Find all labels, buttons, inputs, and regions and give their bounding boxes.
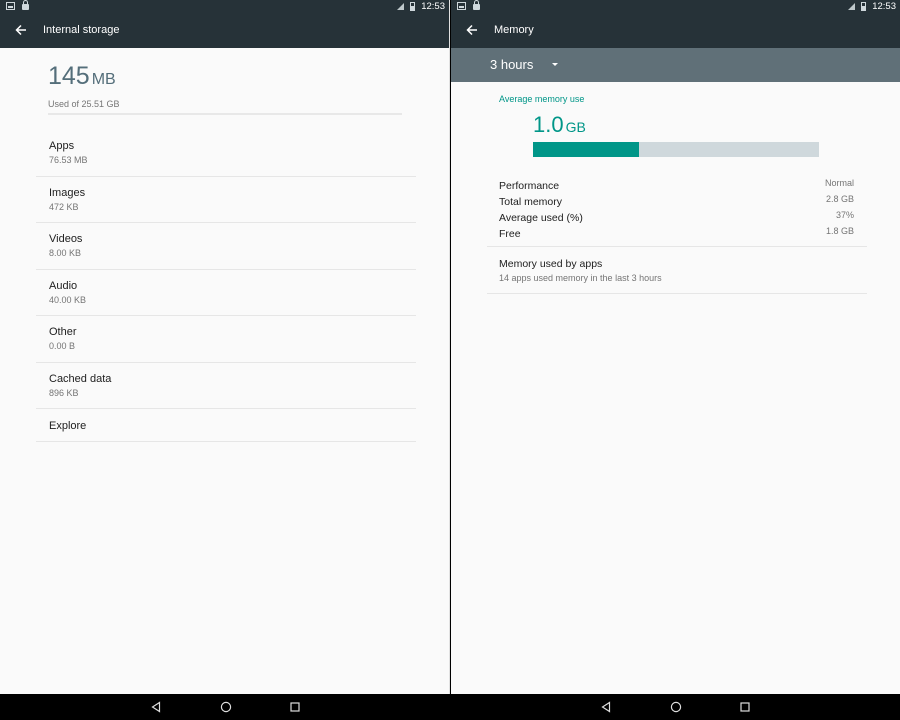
list-item-value: 8.00 KB — [49, 248, 82, 258]
page-title: Memory — [494, 24, 534, 36]
status-bar: 12:53 — [451, 0, 900, 13]
list-item-value: 0.00 B — [49, 341, 76, 351]
storage-total-caption: Used of 25.51 GB — [48, 99, 120, 109]
list-item-label: Other — [49, 326, 77, 338]
stat-label: Average used (%) — [499, 212, 583, 224]
page-title: Internal storage — [43, 24, 120, 36]
nav-home-icon[interactable] — [670, 701, 682, 713]
storage-item-videos[interactable]: Videos 8.00 KB — [36, 223, 416, 270]
lock-icon — [473, 0, 480, 10]
storage-category-list: Apps 76.53 MB Images 472 KB Videos 8.00 … — [36, 130, 416, 442]
signal-icon — [397, 3, 405, 10]
storage-used-unit: MB — [91, 71, 116, 88]
stat-row-free: Free 1.8 GB — [499, 224, 854, 240]
app-bar: Internal storage — [0, 13, 449, 48]
stat-value: Normal — [824, 178, 854, 188]
stat-value: 2.8 GB — [825, 194, 854, 204]
list-item-value: 76.53 MB — [49, 155, 88, 165]
list-item-label: Images — [49, 186, 86, 199]
lock-icon — [22, 0, 29, 10]
storage-item-images[interactable]: Images 472 KB — [36, 177, 416, 223]
list-item-value: 40.00 KB — [49, 294, 87, 305]
battery-icon — [861, 2, 867, 11]
list-item-subtitle: 14 apps used memory in the last 3 hours — [499, 273, 662, 283]
status-time: 12:53 — [872, 1, 896, 12]
dropdown-caret-icon — [552, 63, 558, 66]
average-memory-unit: GB — [565, 119, 586, 135]
list-item-label: Apps — [49, 140, 75, 152]
internal-storage-pane: 12:53 Internal storage 145 MB Used of 25.… — [0, 0, 450, 694]
time-range-dropdown[interactable]: 3 hours — [451, 48, 900, 82]
average-memory-number: 1.0 — [533, 112, 564, 137]
memory-usage-bar — [533, 142, 819, 157]
list-item-label: Explore — [49, 420, 87, 432]
status-time: 12:53 — [421, 1, 445, 12]
time-range-value: 3 hours — [490, 57, 534, 72]
list-item-label: Cached data — [49, 372, 112, 385]
storage-item-cached-data[interactable]: Cached data 896 KB — [36, 363, 416, 409]
list-item-label: Audio — [49, 279, 78, 292]
nav-home-icon[interactable] — [220, 701, 232, 713]
memory-pane: 12:53 Memory 3 hours Average memory use … — [451, 0, 900, 694]
stat-label: Total memory — [499, 196, 563, 208]
list-item-label: Videos — [49, 233, 83, 245]
back-arrow-icon[interactable] — [14, 22, 28, 38]
storage-used-number: 145 — [48, 62, 90, 90]
signal-icon — [848, 3, 856, 10]
average-memory-value: 1.0 GB — [533, 112, 586, 140]
image-notification-icon — [6, 1, 15, 10]
stat-row-performance: Performance Normal — [499, 176, 854, 192]
nav-back-icon[interactable] — [150, 701, 162, 713]
nav-recents-icon[interactable] — [739, 701, 751, 713]
storage-item-explore[interactable]: Explore — [36, 409, 416, 442]
stat-row-average-used: Average used (%) 37% — [499, 208, 854, 224]
app-bar: Memory — [451, 13, 900, 48]
storage-item-other[interactable]: Other 0.00 B — [36, 316, 416, 363]
nav-recents-icon[interactable] — [289, 701, 301, 713]
back-arrow-icon[interactable] — [465, 22, 479, 38]
memory-stats: Performance Normal Total memory 2.8 GB A… — [499, 176, 854, 240]
stat-label: Performance — [499, 180, 560, 192]
storage-item-audio[interactable]: Audio 40.00 KB — [36, 270, 416, 316]
stat-label: Free — [499, 228, 521, 240]
list-item-label: Memory used by apps — [499, 258, 603, 270]
stat-row-total-memory: Total memory 2.8 GB — [499, 192, 854, 208]
average-memory-label: Average memory use — [499, 94, 585, 104]
storage-item-apps[interactable]: Apps 76.53 MB — [36, 130, 416, 177]
stat-value: 1.8 GB — [825, 226, 854, 236]
battery-icon — [410, 2, 416, 11]
memory-usage-fill — [533, 142, 639, 157]
nav-back-icon[interactable] — [600, 701, 612, 713]
status-bar: 12:53 — [0, 0, 449, 13]
image-notification-icon — [457, 1, 466, 10]
memory-used-by-apps-item[interactable]: Memory used by apps 14 apps used memory … — [487, 247, 867, 294]
stat-value: 37% — [835, 210, 854, 220]
storage-used-value: 145 MB — [48, 62, 449, 94]
divider — [48, 113, 402, 115]
storage-summary: 145 MB Used of 25.51 GB — [0, 48, 449, 120]
system-navigation-bar — [0, 694, 900, 720]
list-item-value: 472 KB — [49, 201, 79, 212]
list-item-value: 896 KB — [49, 387, 79, 398]
